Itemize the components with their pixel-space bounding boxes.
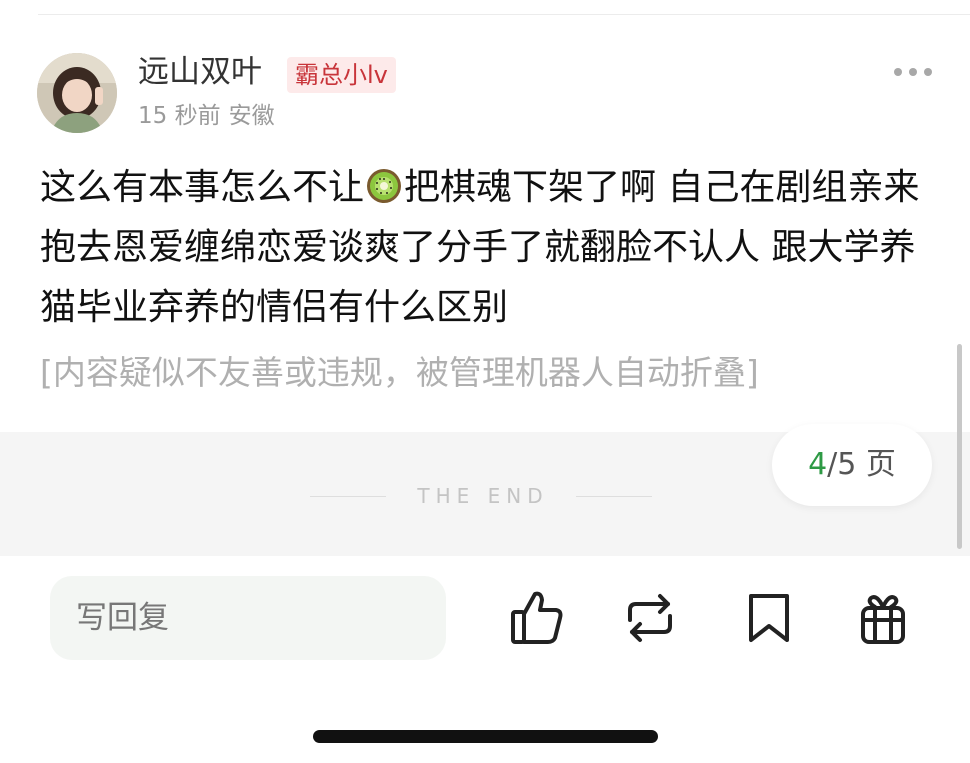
author-name[interactable]: 远山双叶 xyxy=(138,52,262,92)
kiwi-emoji-icon xyxy=(367,169,402,203)
avatar[interactable] xyxy=(37,53,117,133)
page-current: 4 xyxy=(808,447,828,482)
page-total: /5 页 xyxy=(827,447,896,482)
more-dot-icon xyxy=(909,68,917,76)
gift-button[interactable] xyxy=(855,588,911,648)
end-label: THE END xyxy=(417,484,549,508)
repost-icon xyxy=(628,594,672,642)
repost-button[interactable] xyxy=(622,588,678,648)
post-time: 15 秒前 xyxy=(138,103,221,129)
scrollbar[interactable] xyxy=(957,344,962,549)
post-location: 安徽 xyxy=(228,103,275,129)
post-text-part-1: 这么有本事怎么不让 xyxy=(40,167,365,208)
level-badge[interactable]: 霸总小lv xyxy=(287,57,396,93)
page-indicator[interactable]: 4/5 页 xyxy=(772,424,932,506)
more-options-button[interactable] xyxy=(892,60,934,84)
avatar-image xyxy=(37,53,117,133)
more-dot-icon xyxy=(924,68,932,76)
post-content: 这么有本事怎么不让 把棋魂下架了啊 自己在剧组亲来抱去恩爱缠绵恋爱谈爽了分手了就翻… xyxy=(40,158,920,338)
more-dot-icon xyxy=(894,68,902,76)
gift-icon xyxy=(861,595,905,644)
top-divider xyxy=(38,14,970,15)
reply-placeholder: 写回复 xyxy=(76,600,169,636)
folded-notice: [内容疑似不友善或违规，被管理机器人自动折叠] xyxy=(40,353,759,392)
like-icon xyxy=(511,591,563,644)
home-indicator[interactable] xyxy=(313,730,658,743)
bookmark-icon xyxy=(749,594,789,642)
reply-input[interactable]: 写回复 xyxy=(50,576,446,660)
bookmark-button[interactable] xyxy=(741,588,797,648)
end-divider-left xyxy=(310,496,386,497)
post-meta: 15 秒前 安徽 xyxy=(138,100,275,132)
end-divider-right xyxy=(576,496,652,497)
like-button[interactable] xyxy=(509,588,565,648)
